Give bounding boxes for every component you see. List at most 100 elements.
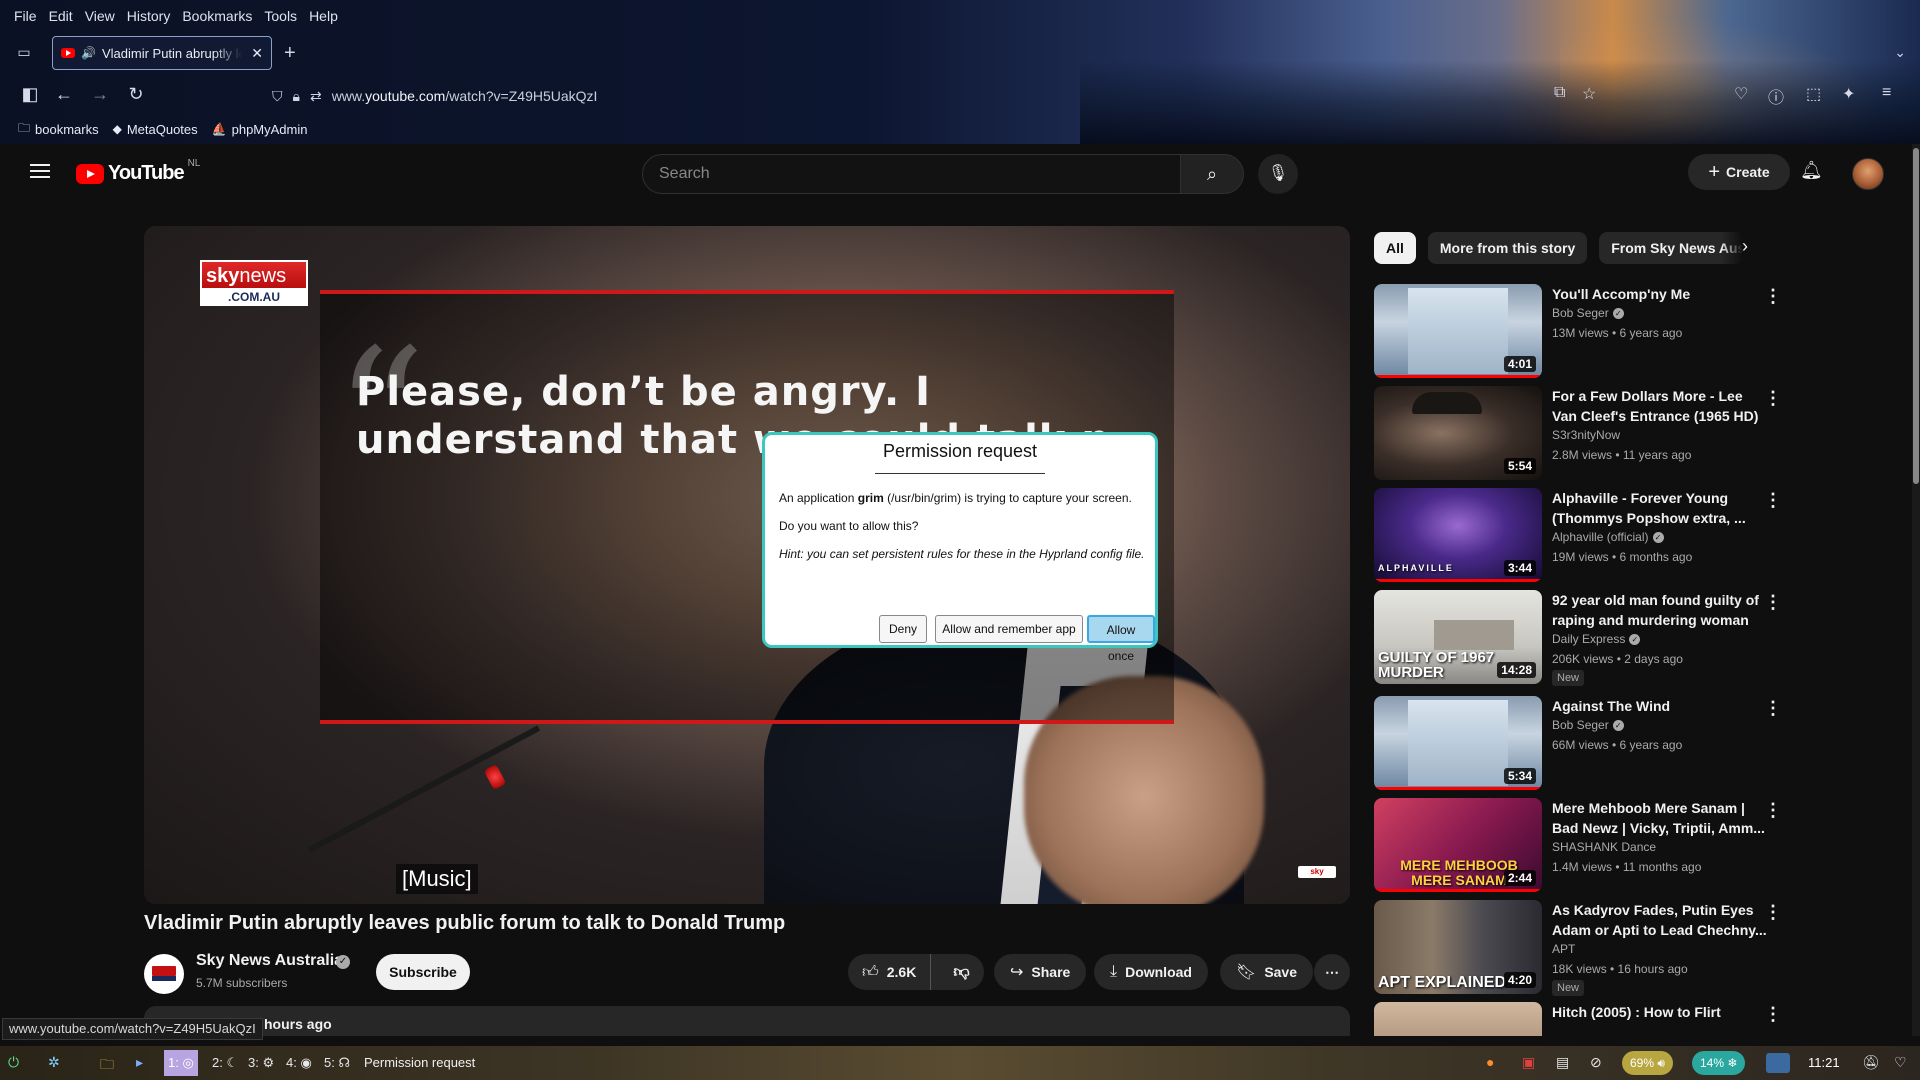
app-launcher-icon[interactable]: ✲ <box>48 1054 60 1071</box>
voice-search-button[interactable]: 🎙︎ <box>1258 154 1298 194</box>
menu-view[interactable]: View <box>79 6 121 28</box>
bookmark-folder[interactable]: 🗀 bookmarks <box>18 118 99 140</box>
more-vertical-icon[interactable]: ⋮ <box>1764 286 1782 307</box>
firefox-tray-icon[interactable]: ● <box>1486 1054 1494 1070</box>
account-avatar[interactable] <box>1852 158 1884 190</box>
rec-title[interactable]: 92 year old man found guilty of raping a… <box>1552 590 1768 630</box>
tab-close-icon[interactable]: ✕ <box>251 45 263 62</box>
list-item[interactable]: 5:54 For a Few Dollars More - Lee Van Cl… <box>1374 386 1884 480</box>
dislike-button[interactable]: 👎︎ <box>939 963 983 982</box>
cpu-badge[interactable]: 14% ❄ <box>1692 1051 1746 1075</box>
video-thumbnail[interactable]: 5:54 <box>1374 386 1542 480</box>
notifications-off-icon[interactable]: 🔕︎ <box>1862 1054 1880 1071</box>
workspace-5[interactable]: 5: ☊ <box>320 1050 354 1076</box>
workspace-2[interactable]: 2: ☾ <box>208 1050 242 1076</box>
workspace-3[interactable]: 3: ⚙ <box>244 1050 278 1076</box>
video-thumbnail[interactable]: MERE MEHBOOB MERE SANAM 2:44 <box>1374 798 1542 892</box>
bookmark-star-icon[interactable]: ☆ <box>1582 84 1596 104</box>
screenshot-icon[interactable]: ⧉ <box>1554 84 1565 102</box>
video-thumbnail[interactable]: 4:01 <box>1374 284 1542 378</box>
rec-channel[interactable]: APT <box>1552 942 1575 956</box>
create-button[interactable]: + Create <box>1688 154 1790 190</box>
list-item[interactable]: APT EXPLAINED 4:20 As Kadyrov Fades, Put… <box>1374 900 1884 996</box>
chip-all[interactable]: All <box>1374 232 1416 264</box>
url-bar[interactable]: ⛉ 🔒︎ ⇄ www.youtube.com/watch?v=Z49H5UakQ… <box>272 82 1592 110</box>
more-vertical-icon[interactable]: ⋮ <box>1764 1004 1782 1025</box>
allow-once-button[interactable]: Allow once <box>1087 615 1155 663</box>
menu-help[interactable]: Help <box>303 6 344 28</box>
hamburger-menu-icon[interactable] <box>30 164 50 178</box>
extensions-icon[interactable]: ⬚ <box>1806 84 1821 104</box>
channel-name[interactable]: Sky News Australia <box>196 952 343 970</box>
more-vertical-icon[interactable]: ⋮ <box>1764 698 1782 719</box>
more-actions-button[interactable]: ⋯ <box>1314 954 1350 990</box>
permissions-icon[interactable]: ⇄ <box>310 88 322 105</box>
page-scrollbar[interactable] <box>1912 144 1920 1036</box>
rec-channel[interactable]: SHASHANK Dance <box>1552 840 1656 854</box>
menu-file[interactable]: File <box>8 6 43 28</box>
menu-tools[interactable]: Tools <box>258 6 303 28</box>
file-manager-icon[interactable]: 🗀 <box>100 1054 114 1078</box>
rec-title[interactable]: Hitch (2005) : How to Flirt <box>1552 1002 1768 1022</box>
list-item[interactable]: ALPHAVILLE 3:44 Alphaville - Forever You… <box>1374 488 1884 582</box>
menu-edit[interactable]: Edit <box>43 6 79 28</box>
video-thumbnail[interactable]: ALPHAVILLE 3:44 <box>1374 488 1542 582</box>
chip-more-from-story[interactable]: More from this story <box>1427 232 1588 264</box>
info-icon[interactable]: ⓘ <box>1768 84 1784 108</box>
more-vertical-icon[interactable]: ⋮ <box>1764 902 1782 923</box>
menu-bookmarks[interactable]: Bookmarks <box>176 6 258 28</box>
sidebar-toggle-icon[interactable]: ◧ <box>18 84 42 105</box>
workspace-4[interactable]: 4: ◉ <box>282 1050 316 1076</box>
more-vertical-icon[interactable]: ⋮ <box>1764 592 1782 613</box>
rec-title[interactable]: Alphaville - Forever Young (Thommys Pops… <box>1552 488 1768 528</box>
new-tab-icon[interactable]: + <box>284 42 296 65</box>
power-icon[interactable]: ⏻ <box>8 1054 19 1071</box>
video-thumbnail[interactable]: 5:34 <box>1374 696 1542 790</box>
url-text[interactable]: www.youtube.com/watch?v=Z49H5UakQzI <box>332 88 598 104</box>
notifications-bell-icon[interactable]: 🔔︎ <box>1800 160 1823 181</box>
addon-icon[interactable]: ✦ <box>1842 84 1855 104</box>
list-item[interactable]: 5:34 Against The Wind Bob Seger ✓ 66M vie… <box>1374 696 1884 790</box>
workspace-1[interactable]: 1: ◎ <box>164 1050 198 1076</box>
display-icon[interactable] <box>1766 1053 1790 1073</box>
forward-icon[interactable]: → <box>88 84 112 105</box>
rec-channel[interactable]: Alphaville (official) ✓ <box>1552 530 1664 544</box>
subscribe-button[interactable]: Subscribe <box>376 954 470 990</box>
rec-title[interactable]: For a Few Dollars More - Lee Van Cleef's… <box>1552 386 1768 426</box>
tray-app-icon[interactable]: ▣ <box>1522 1054 1535 1071</box>
video-thumbnail[interactable]: APT EXPLAINED 4:20 <box>1374 900 1542 994</box>
video-thumbnail[interactable] <box>1374 1002 1542 1036</box>
clipboard-icon[interactable]: ▤ <box>1556 1054 1569 1071</box>
rec-title[interactable]: Mere Mehboob Mere Sanam | Bad Newz | Vic… <box>1552 798 1768 838</box>
allow-remember-button[interactable]: Allow and remember app <box>935 615 1083 643</box>
speaker-icon[interactable]: 🔊 <box>81 46 96 60</box>
network-off-icon[interactable]: ⊘ <box>1590 1054 1602 1071</box>
like-button[interactable]: 👍︎ 2.6K <box>848 954 932 990</box>
list-item[interactable]: GUILTY OF 1967 MURDER 14:28 92 year old … <box>1374 590 1884 686</box>
pocket-icon[interactable]: ♡ <box>1734 84 1748 104</box>
scrollbar-thumb[interactable] <box>1913 148 1919 484</box>
download-button[interactable]: ⤓ Download <box>1094 954 1208 990</box>
rec-channel[interactable]: Bob Seger ✓ <box>1552 306 1624 320</box>
video-player[interactable]: “ Please, don’t be angry. I understand t… <box>144 226 1350 904</box>
volume-badge[interactable]: 69% 🔊︎ <box>1622 1051 1673 1075</box>
tab-active[interactable]: 🔊 Vladimir Putin abruptly leaves public … <box>52 36 272 70</box>
channel-avatar[interactable] <box>144 954 184 994</box>
bookmark-metaquotes[interactable]: ◆ MetaQuotes <box>113 118 198 140</box>
video-thumbnail[interactable]: GUILTY OF 1967 MURDER 14:28 <box>1374 590 1542 684</box>
app-menu-icon[interactable]: ≡ <box>1882 84 1891 102</box>
search-input[interactable] <box>643 155 1181 193</box>
share-button[interactable]: ↪ Share <box>994 954 1087 990</box>
back-icon[interactable]: ← <box>52 84 76 105</box>
rec-title[interactable]: As Kadyrov Fades, Putin Eyes Adam or Apt… <box>1552 900 1768 940</box>
bookmark-phpmyadmin[interactable]: ⛵ phpMyAdmin <box>212 118 308 140</box>
rec-channel[interactable]: Bob Seger ✓ <box>1552 718 1624 732</box>
rec-channel[interactable]: S3r3nityNow <box>1552 428 1620 442</box>
list-item[interactable]: 4:01 You'll Accomp'ny Me Bob Seger ✓ 13M … <box>1374 284 1884 378</box>
search-button[interactable]: ⌕ <box>1180 154 1244 194</box>
tab-overflow-chevron-icon[interactable]: ⌄ <box>1894 44 1906 61</box>
deny-button[interactable]: Deny <box>879 615 927 643</box>
reload-icon[interactable]: ↻ <box>124 84 148 105</box>
more-vertical-icon[interactable]: ⋮ <box>1764 800 1782 821</box>
more-vertical-icon[interactable]: ⋮ <box>1764 388 1782 409</box>
